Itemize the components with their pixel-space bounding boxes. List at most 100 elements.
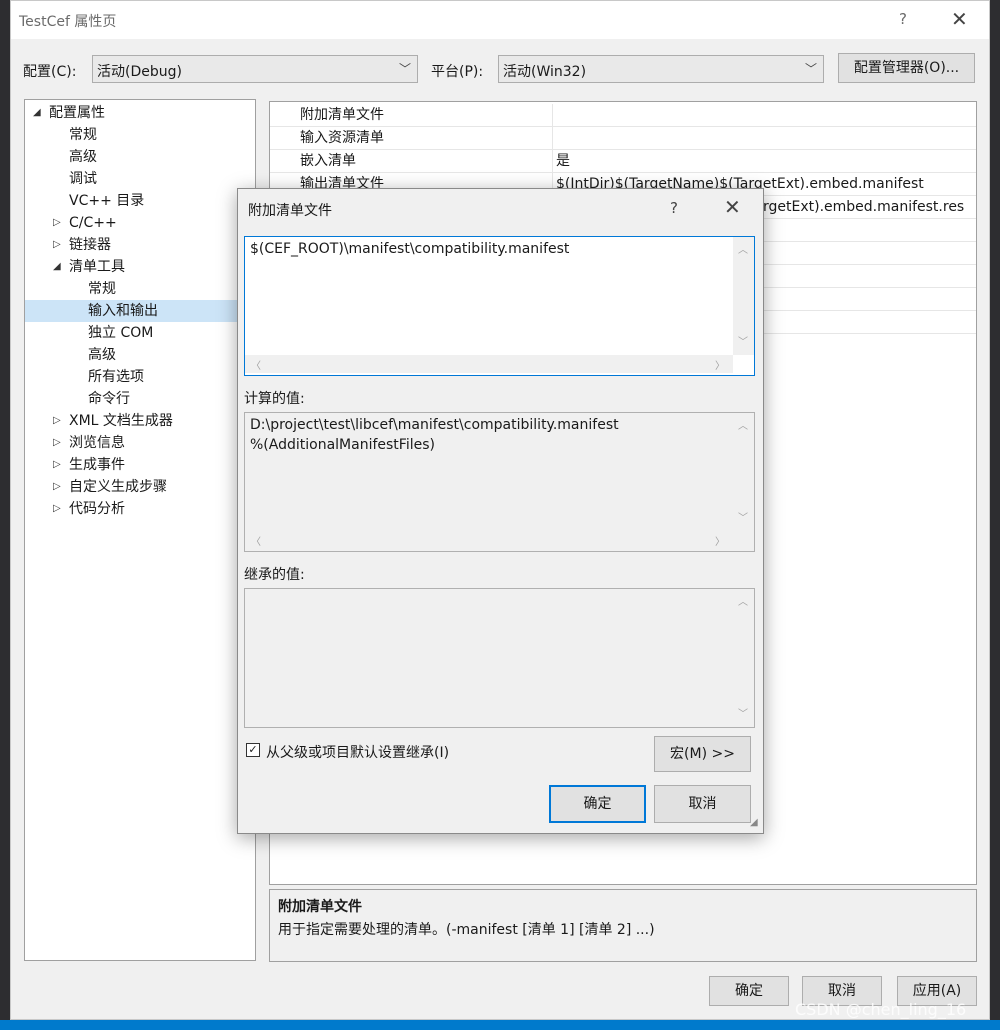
ide-background-left	[0, 0, 10, 1030]
dialog-help-button[interactable]: ?	[670, 199, 678, 217]
expand-icon[interactable]: ▷	[53, 234, 61, 256]
dialog-cancel-button[interactable]: 取消	[654, 785, 751, 823]
tree-item-label: 清单工具	[69, 259, 125, 275]
tree-item-label: VC++ 目录	[69, 193, 145, 209]
dialog-ok-button[interactable]: 确定	[549, 785, 646, 823]
tree-item-code-analysis[interactable]: ▷ 代码分析	[25, 498, 255, 520]
grid-divider	[552, 104, 553, 126]
tree-item-label: C/C++	[69, 215, 117, 231]
description-panel: 附加清单文件 用于指定需要处理的清单。(-manifest [清单 1] [清单…	[269, 889, 977, 962]
vertical-scrollbar[interactable]: ︿ ﹀	[733, 589, 754, 727]
dialog-title: 附加清单文件	[248, 203, 332, 219]
tree-item-xml-doc-generator[interactable]: ▷ XML 文档生成器	[25, 410, 255, 432]
window-title: TestCef 属性页	[19, 14, 117, 30]
collapse-icon[interactable]: ◢	[33, 102, 41, 124]
expand-icon[interactable]: ▷	[53, 432, 61, 454]
tree-item-label: 链接器	[69, 237, 111, 253]
tree-item-manifest-advanced[interactable]: 高级	[25, 344, 255, 366]
tree-item-all-options[interactable]: 所有选项	[25, 366, 255, 388]
manifest-input-value[interactable]: $(CEF_ROOT)\manifest\compatibility.manif…	[250, 241, 569, 257]
tree-item-build-events[interactable]: ▷ 生成事件	[25, 454, 255, 476]
macros-button[interactable]: 宏(M) >>	[654, 736, 751, 772]
scroll-right-icon[interactable]: 〉	[715, 533, 725, 548]
computed-value-line: D:\project\test\libcef\manifest\compatib…	[250, 417, 619, 433]
platform-label: 平台(P):	[431, 64, 484, 80]
computed-values-area: D:\project\test\libcef\manifest\compatib…	[244, 412, 755, 552]
description-text: 用于指定需要处理的清单。(-manifest [清单 1] [清单 2] ...…	[278, 922, 655, 938]
tree-item-label: 输入和输出	[88, 303, 158, 319]
computed-value-line: %(AdditionalManifestFiles)	[250, 437, 435, 453]
scroll-down-icon[interactable]: ﹀	[738, 705, 748, 720]
tree-item-config-properties[interactable]: ◢ 配置属性	[25, 102, 255, 124]
close-icon[interactable]: ✕	[951, 7, 968, 31]
additional-manifest-dialog: 附加清单文件 ? ✕ $(CEF_ROOT)\manifest\compatib…	[237, 188, 764, 834]
collapse-icon[interactable]: ◢	[53, 256, 61, 278]
tree-item-isolated-com[interactable]: 独立 COM	[25, 322, 255, 344]
grid-row-name: 输入资源清单	[300, 130, 384, 146]
computed-values-label: 计算的值:	[244, 391, 305, 407]
horizontal-scrollbar[interactable]: 〈 〉	[245, 355, 733, 373]
tree-item-browse-info[interactable]: ▷ 浏览信息	[25, 432, 255, 454]
scroll-up-icon[interactable]: ︿	[738, 241, 748, 256]
grid-row-name: 嵌入清单	[300, 153, 356, 169]
tree-item-manifest-tool[interactable]: ◢ 清单工具	[25, 256, 255, 278]
scroll-down-icon[interactable]: ﹀	[738, 333, 748, 348]
vertical-scrollbar[interactable]: ︿ ﹀	[733, 237, 754, 355]
config-dropdown[interactable]: 活动(Debug) ﹀	[92, 55, 418, 83]
config-manager-button[interactable]: 配置管理器(O)...	[838, 53, 975, 83]
tree-item-general[interactable]: 常规	[25, 124, 255, 146]
grid-row-value: 是	[556, 153, 570, 169]
tree-item-label: 常规	[69, 127, 97, 143]
watermark: CSDN @chen_ling_16	[795, 1000, 967, 1019]
expand-icon[interactable]: ▷	[53, 454, 61, 476]
tree-item-label: 代码分析	[69, 501, 125, 517]
tree-item-c-cpp[interactable]: ▷ C/C++	[25, 212, 255, 234]
grid-divider	[552, 150, 553, 172]
expand-icon[interactable]: ▷	[53, 410, 61, 432]
property-tree: ◢ 配置属性 常规 高级 调试 VC++ 目录 ▷ C/C++ ▷ 链接器 ◢ …	[24, 99, 256, 961]
config-dropdown-value: 活动(Debug)	[97, 64, 182, 80]
expand-icon[interactable]: ▷	[53, 476, 61, 498]
grid-row-name: 附加清单文件	[300, 107, 384, 123]
tree-item-command-line[interactable]: 命令行	[25, 388, 255, 410]
expand-icon[interactable]: ▷	[53, 498, 61, 520]
grid-row-embed-manifest[interactable]: 嵌入清单 是	[270, 150, 976, 173]
ide-status-strip	[0, 1020, 1000, 1030]
grid-row-additional-manifest[interactable]: 附加清单文件	[270, 104, 976, 127]
scroll-up-icon[interactable]: ︿	[738, 593, 748, 608]
tree-item-label: 所有选项	[88, 369, 144, 385]
scroll-up-icon[interactable]: ︿	[738, 417, 748, 432]
inherit-checkbox-label[interactable]: 从父级或项目默认设置继承(I)	[266, 742, 449, 762]
scroll-left-icon[interactable]: 〈	[251, 357, 261, 372]
dialog-close-icon[interactable]: ✕	[724, 195, 741, 219]
tree-item-advanced[interactable]: 高级	[25, 146, 255, 168]
resize-grip-icon[interactable]: ◢	[750, 817, 758, 828]
tree-item-label: 配置属性	[49, 105, 105, 121]
manifest-input-area[interactable]: $(CEF_ROOT)\manifest\compatibility.manif…	[244, 236, 755, 376]
ok-button[interactable]: 确定	[709, 976, 789, 1006]
tree-item-label: 调试	[69, 171, 97, 187]
platform-dropdown[interactable]: 活动(Win32) ﹀	[498, 55, 824, 83]
tree-item-manifest-general[interactable]: 常规	[25, 278, 255, 300]
scroll-right-icon[interactable]: 〉	[715, 357, 725, 372]
tree-item-label: 独立 COM	[88, 325, 154, 341]
tree-item-label: 高级	[69, 149, 97, 165]
tree-item-label: XML 文档生成器	[69, 413, 173, 429]
inherit-checkbox[interactable]: ✓	[246, 743, 260, 757]
grid-row-input-resource-manifest[interactable]: 输入资源清单	[270, 127, 976, 150]
help-button[interactable]: ?	[899, 10, 907, 28]
scroll-left-icon[interactable]: 〈	[251, 533, 261, 548]
tree-item-linker[interactable]: ▷ 链接器	[25, 234, 255, 256]
expand-icon[interactable]: ▷	[53, 212, 61, 234]
tree-item-input-output[interactable]: 输入和输出	[25, 300, 255, 322]
vertical-scrollbar[interactable]: ︿ ﹀	[733, 413, 754, 531]
horizontal-scrollbar[interactable]: 〈 〉	[245, 531, 733, 549]
tree-item-debugging[interactable]: 调试	[25, 168, 255, 190]
tree-item-label: 命令行	[88, 391, 130, 407]
scroll-down-icon[interactable]: ﹀	[738, 509, 748, 524]
tree-item-custom-build-step[interactable]: ▷ 自定义生成步骤	[25, 476, 255, 498]
inherited-values-label: 继承的值:	[244, 567, 305, 583]
tree-item-label: 高级	[88, 347, 116, 363]
chevron-down-icon: ﹀	[804, 62, 817, 76]
tree-item-vc-directories[interactable]: VC++ 目录	[25, 190, 255, 212]
